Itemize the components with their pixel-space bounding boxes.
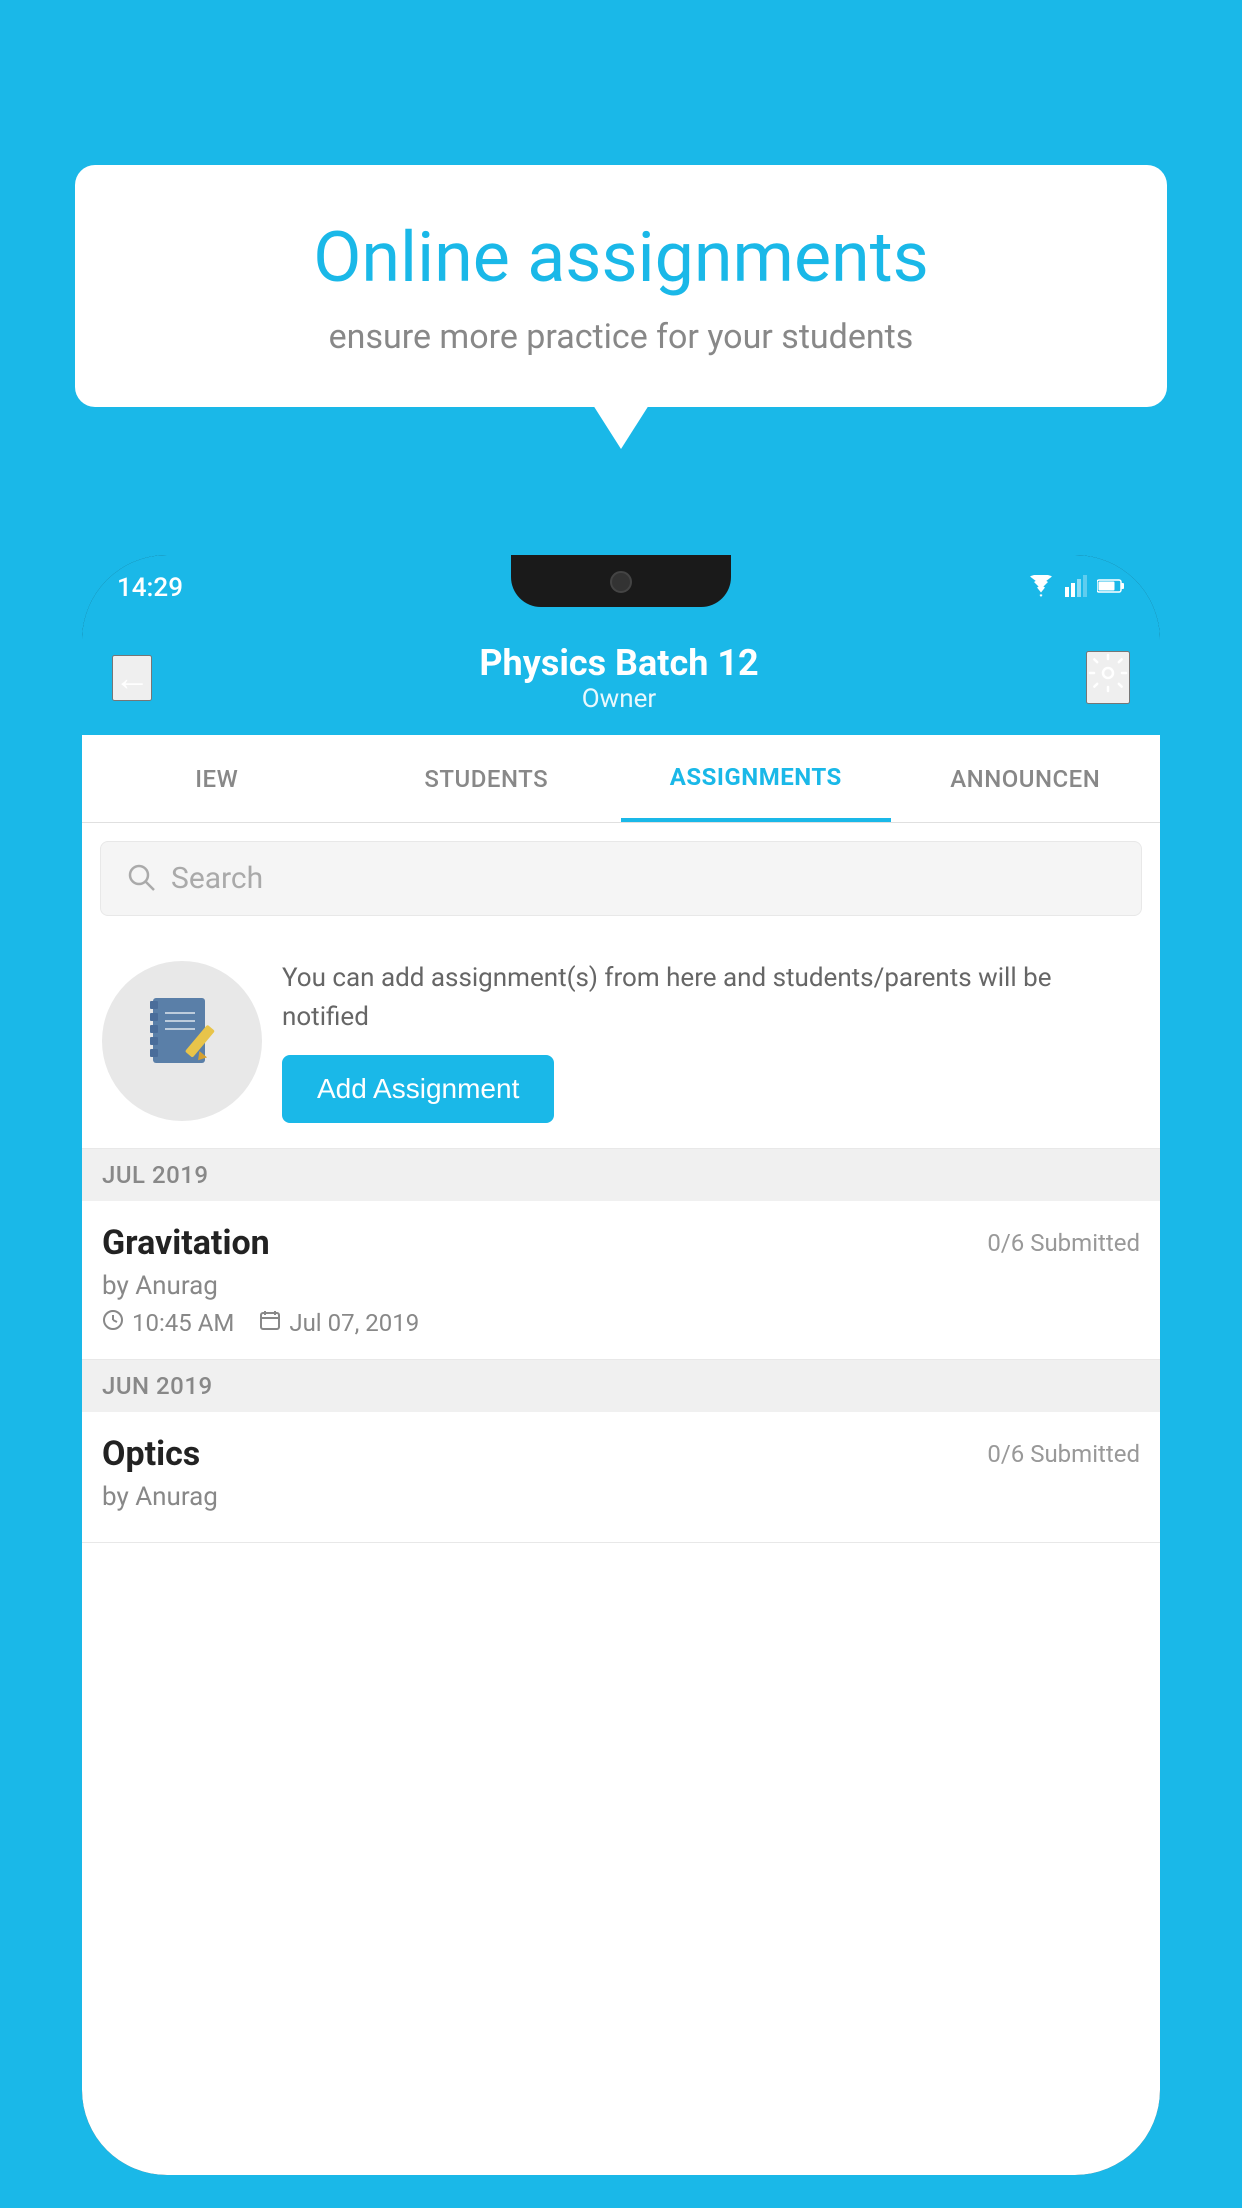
tab-announcements[interactable]: ANNOUNCEN xyxy=(891,735,1161,822)
assignment-item-gravitation[interactable]: Gravitation 0/6 Submitted by Anurag 10:4… xyxy=(82,1201,1160,1360)
assignment-by-gravitation: by Anurag xyxy=(102,1271,1140,1301)
assignment-submitted-optics: 0/6 Submitted xyxy=(987,1440,1140,1468)
header-subtitle: Owner xyxy=(479,684,758,714)
speech-bubble-container: Online assignments ensure more practice … xyxy=(75,165,1167,407)
assignment-meta-gravitation: 10:45 AM Jul 07, 2019 xyxy=(102,1309,1140,1337)
promo-description: You can add assignment(s) from here and … xyxy=(282,959,1140,1037)
battery-icon xyxy=(1097,578,1125,598)
search-bar[interactable]: Search xyxy=(100,841,1142,916)
phone-screen: Search xyxy=(82,823,1160,2175)
search-icon xyxy=(126,862,156,896)
status-time: 14:29 xyxy=(117,573,183,603)
tab-view[interactable]: IEW xyxy=(82,735,352,822)
header-title: Physics Batch 12 xyxy=(479,642,758,684)
assignment-date-item: Jul 07, 2019 xyxy=(259,1309,419,1337)
assignment-title-optics: Optics xyxy=(102,1434,200,1474)
signal-icon xyxy=(1065,575,1087,601)
notebook-icon xyxy=(145,993,220,1089)
wifi-icon xyxy=(1027,575,1055,601)
add-assignment-button[interactable]: Add Assignment xyxy=(282,1055,554,1123)
speech-bubble-subtitle: ensure more practice for your students xyxy=(135,317,1107,357)
calendar-icon xyxy=(259,1309,281,1337)
settings-button[interactable] xyxy=(1086,651,1130,704)
assignment-by-optics: by Anurag xyxy=(102,1482,1140,1512)
assignment-time: 10:45 AM xyxy=(132,1309,234,1337)
assignment-top-row: Gravitation 0/6 Submitted xyxy=(102,1223,1140,1263)
phone-frame: 14:29 xyxy=(82,555,1160,2175)
front-camera xyxy=(610,571,632,593)
app-header: ← Physics Batch 12 Owner xyxy=(82,620,1160,735)
clock-icon xyxy=(102,1309,124,1337)
search-input-label: Search xyxy=(171,861,263,896)
status-icons xyxy=(1027,575,1125,601)
promo-text-area: You can add assignment(s) from here and … xyxy=(282,959,1140,1123)
assignment-promo: You can add assignment(s) from here and … xyxy=(82,934,1160,1149)
tabs: IEW STUDENTS ASSIGNMENTS ANNOUNCEN xyxy=(82,735,1160,823)
speech-bubble: Online assignments ensure more practice … xyxy=(75,165,1167,407)
assignment-time-item: 10:45 AM xyxy=(102,1309,234,1337)
assignment-item-optics[interactable]: Optics 0/6 Submitted by Anurag xyxy=(82,1412,1160,1543)
tab-students[interactable]: STUDENTS xyxy=(352,735,622,822)
header-center: Physics Batch 12 Owner xyxy=(479,642,758,714)
section-header-jul: JUL 2019 xyxy=(82,1149,1160,1201)
tab-assignments[interactable]: ASSIGNMENTS xyxy=(621,735,891,822)
speech-bubble-title: Online assignments xyxy=(135,220,1107,297)
phone-notch xyxy=(511,555,731,607)
back-button[interactable]: ← xyxy=(112,655,152,701)
assignment-top-row-optics: Optics 0/6 Submitted xyxy=(102,1434,1140,1474)
assignment-date: Jul 07, 2019 xyxy=(289,1309,419,1337)
assignment-title-gravitation: Gravitation xyxy=(102,1223,270,1263)
promo-icon-circle xyxy=(102,961,262,1121)
assignment-submitted-gravitation: 0/6 Submitted xyxy=(987,1229,1140,1257)
section-header-jun: JUN 2019 xyxy=(82,1360,1160,1412)
